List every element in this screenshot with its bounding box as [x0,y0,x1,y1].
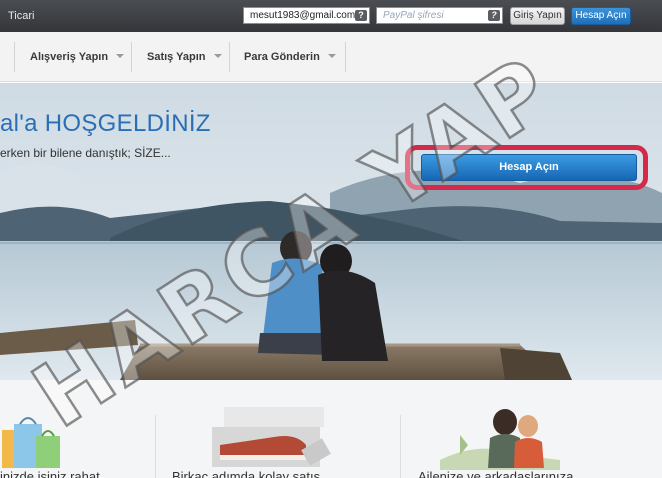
feature-text-shop: inizde işiniz rahat [0,469,100,478]
nav-item-label: Para Gönderin [244,51,320,63]
nav-item-sell[interactable]: Satış Yapın [147,51,222,63]
nav-divider [229,42,230,72]
paypal-page: Ticari mesut1983@gmail.com ? PayPal şifr… [0,0,662,478]
email-field[interactable]: mesut1983@gmail.com ? [243,7,370,24]
top-bar: Ticari mesut1983@gmail.com ? PayPal şifr… [0,0,662,32]
login-button[interactable]: Giriş Yapın [510,7,565,25]
password-help-icon[interactable]: ? [488,10,500,21]
feature-text-sell: Birkaç adımda kolay satış [172,469,321,478]
features-section: inizde işiniz rahat Birkaç adımda kolay … [0,380,662,478]
password-placeholder: PayPal şifresi [383,10,444,21]
signup-button-hero[interactable]: Hesap Açın [421,154,637,181]
nav-item-label: Satış Yapın [147,51,206,63]
shopping-bags-icon [2,417,60,468]
main-nav: Alışveriş Yapın Satış Yapın Para Gönderi… [0,32,662,82]
business-link[interactable]: Ticari [8,10,34,22]
nav-item-label: Alışveriş Yapın [30,51,109,63]
page-title: al'a HOŞGELDİNİZ [0,110,211,137]
hero-banner: al'a HOŞGELDİNİZ erken bir bilene danışt… [0,83,662,380]
family-icon [440,409,560,470]
nav-divider [345,42,346,72]
feature-text-family: Ailenize ve arkadaşlarınıza [418,469,574,478]
chevron-down-icon [116,54,125,58]
nav-item-send[interactable]: Para Gönderin [244,51,336,63]
chevron-down-icon [327,54,336,58]
feature-divider [155,415,156,478]
chevron-down-icon [213,54,222,58]
signup-button-top[interactable]: Hesap Açın [571,7,631,25]
nav-divider [14,42,15,72]
shoe-box-sale-icon [212,407,331,467]
password-field[interactable]: PayPal şifresi ? [376,7,503,24]
email-value: mesut1983@gmail.com [250,10,356,21]
hero-subtitle: erken bir bilene danıştık; SİZE... [0,146,171,160]
email-help-icon[interactable]: ? [355,10,367,21]
nav-divider [131,42,132,72]
feature-divider [400,415,401,478]
nav-item-shop[interactable]: Alışveriş Yapın [30,51,125,63]
